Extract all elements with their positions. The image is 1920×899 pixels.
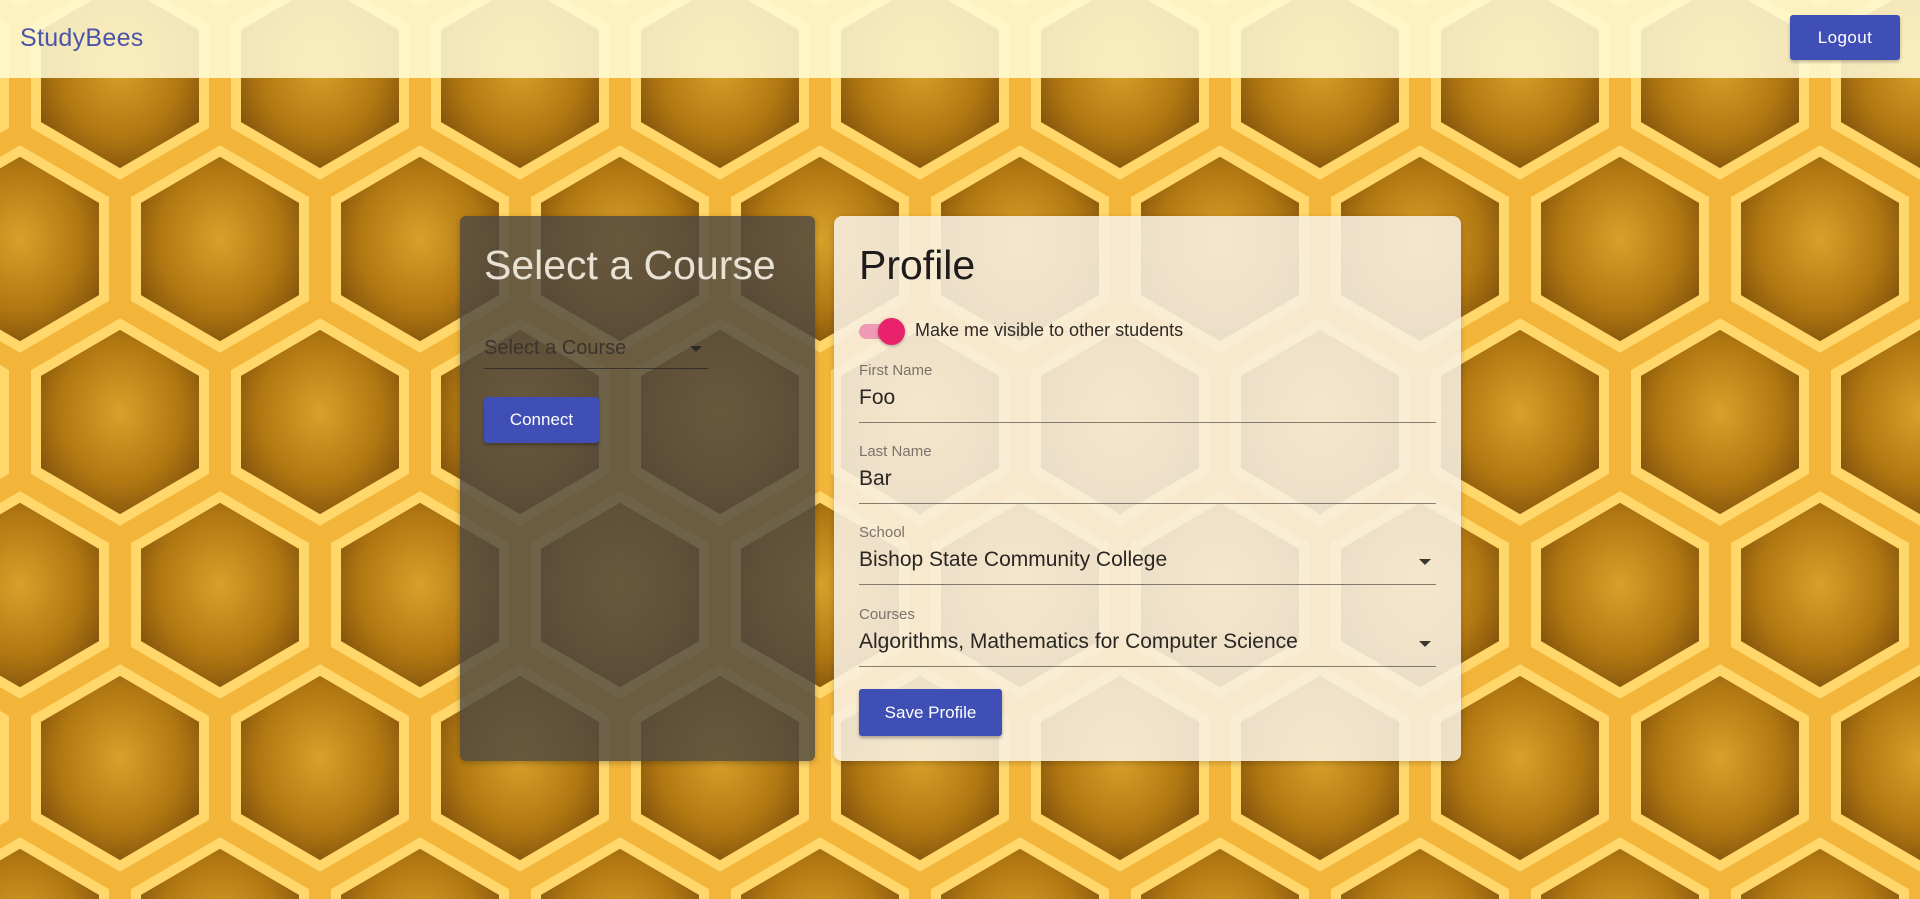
visibility-toggle-label: Make me visible to other students	[915, 320, 1184, 340]
last-name-field[interactable]: Last Name	[859, 443, 1436, 504]
first-name-label: First Name	[859, 362, 933, 379]
dropdown-arrow-icon	[1419, 641, 1431, 647]
course-panel: Select a Course Select a Course Connect	[460, 216, 815, 761]
first-name-input[interactable]	[859, 386, 1399, 410]
school-value: Bishop State Community College	[859, 548, 1168, 571]
profile-panel: Profile Make me visible to other student…	[834, 216, 1461, 761]
courses-value: Algorithms, Mathematics for Computer Sci…	[859, 630, 1298, 653]
school-select[interactable]: School Bishop State Community College	[859, 524, 1436, 585]
course-select-placeholder: Select a Course	[484, 337, 627, 359]
course-select[interactable]: Select a Course	[484, 332, 708, 369]
last-name-label: Last Name	[859, 443, 932, 460]
school-label: School	[859, 524, 905, 541]
save-profile-button[interactable]: Save Profile	[859, 689, 1002, 736]
logout-button[interactable]: Logout	[1790, 15, 1900, 60]
dropdown-arrow-icon	[690, 346, 702, 352]
course-panel-title: Select a Course	[484, 242, 776, 288]
app-title[interactable]: StudyBees	[20, 24, 144, 53]
top-app-bar: StudyBees Logout	[0, 0, 1920, 78]
first-name-field[interactable]: First Name	[859, 362, 1436, 423]
courses-label: Courses	[859, 606, 915, 623]
visibility-toggle[interactable]	[859, 318, 905, 345]
profile-title: Profile	[859, 242, 976, 288]
toggle-knob	[878, 318, 905, 345]
last-name-input[interactable]	[859, 467, 1399, 491]
dropdown-arrow-icon	[1419, 559, 1431, 565]
courses-select[interactable]: Courses Algorithms, Mathematics for Comp…	[859, 606, 1436, 667]
connect-button[interactable]: Connect	[484, 397, 599, 443]
